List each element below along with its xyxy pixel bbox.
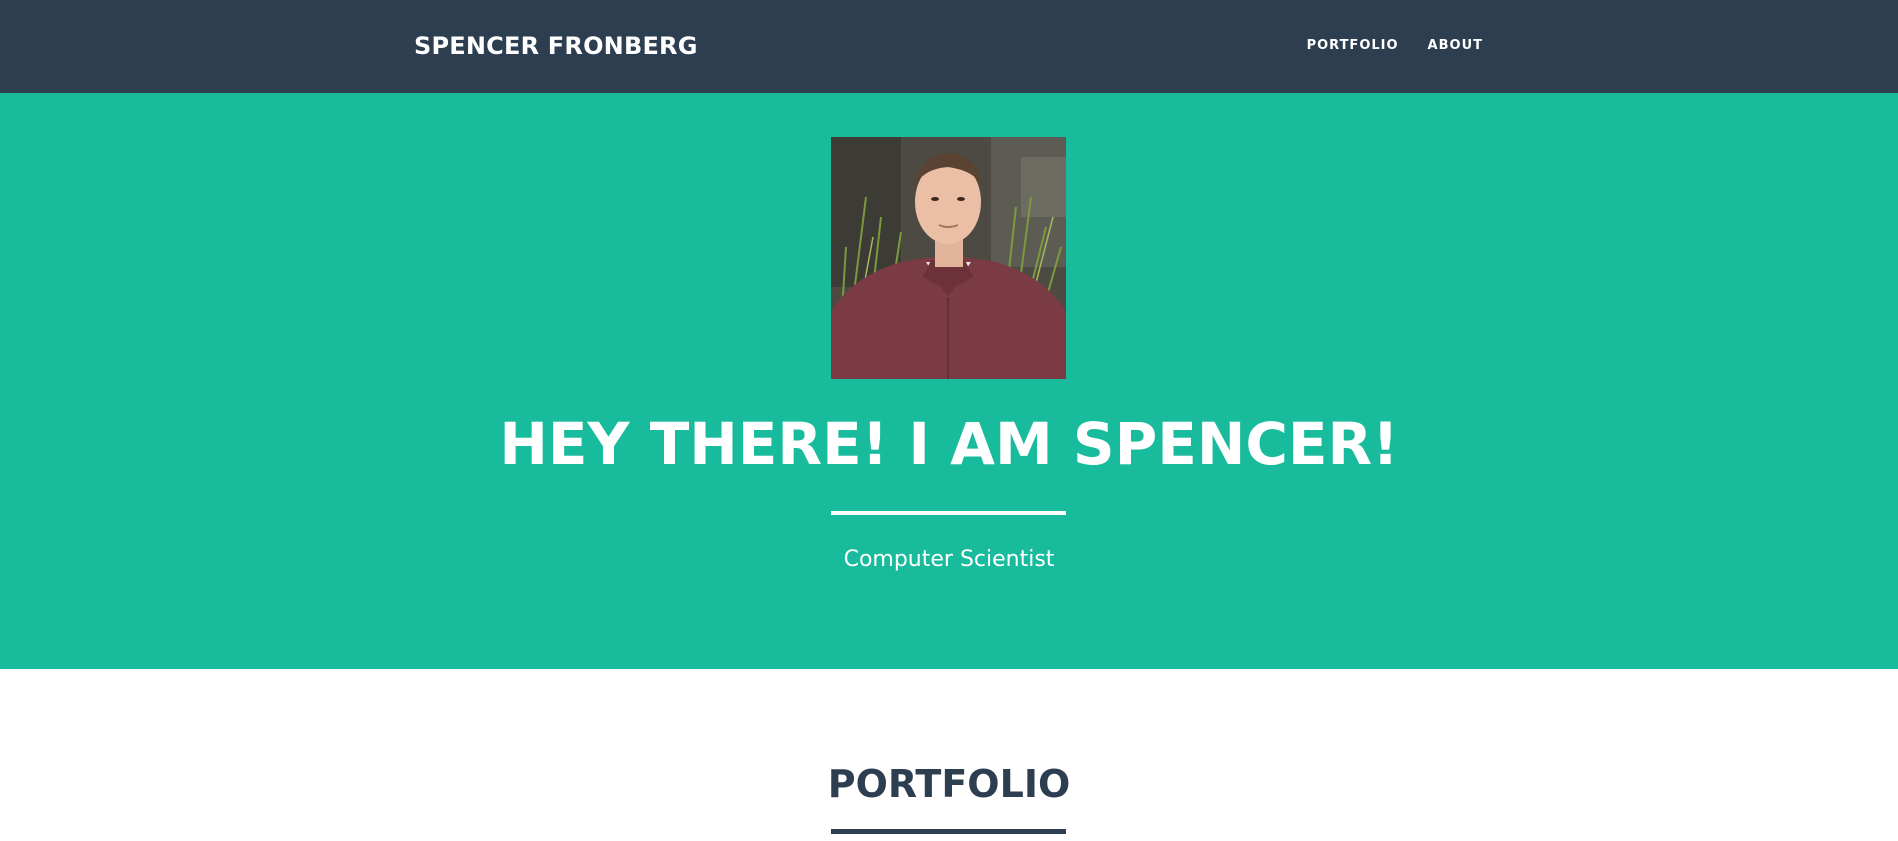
hero-divider xyxy=(831,511,1066,515)
hero-subtitle: Computer Scientist xyxy=(843,547,1055,572)
nav-links: PORTFOLIO ABOUT xyxy=(1307,36,1483,56)
brand-link[interactable]: SPENCER FRONBERG xyxy=(414,30,698,62)
profile-photo-image xyxy=(831,137,1066,379)
masthead: HEY THERE! I AM SPENCER! Computer Scient… xyxy=(0,93,1898,669)
portfolio-divider xyxy=(831,829,1066,834)
navbar: SPENCER FRONBERG PORTFOLIO ABOUT xyxy=(0,0,1898,93)
portfolio-heading: PORTFOLIO xyxy=(827,762,1071,806)
nav-link-about[interactable]: ABOUT xyxy=(1428,36,1483,56)
hero-title: HEY THERE! I AM SPENCER! xyxy=(499,410,1399,478)
nav-link-portfolio[interactable]: PORTFOLIO xyxy=(1307,36,1399,56)
profile-photo xyxy=(831,137,1066,379)
